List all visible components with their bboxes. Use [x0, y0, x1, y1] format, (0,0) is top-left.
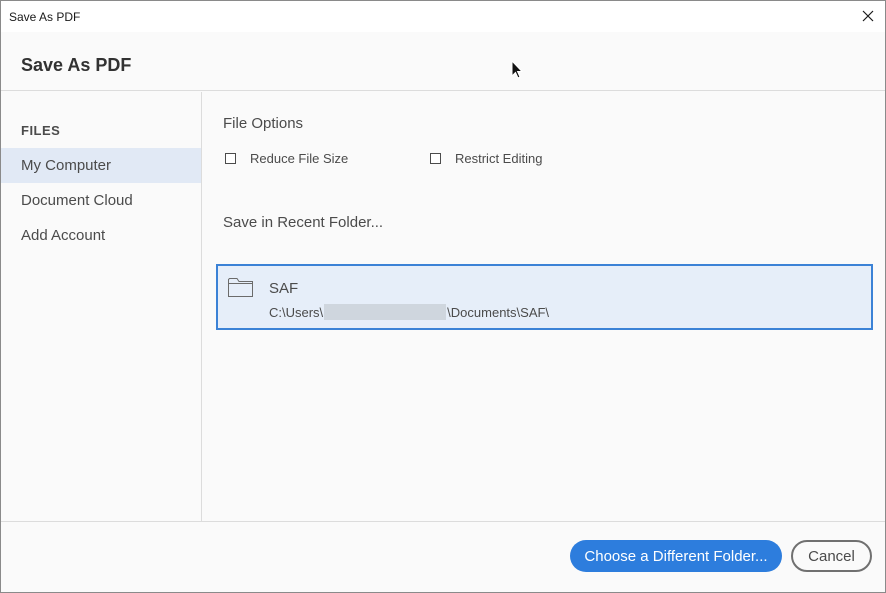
window-title: Save As PDF — [9, 10, 81, 24]
sidebar: FILES My Computer Document Cloud Add Acc… — [1, 92, 202, 521]
recent-folder-heading: Save in Recent Folder... — [223, 214, 384, 231]
cancel-button[interactable]: Cancel — [791, 540, 872, 572]
choose-different-folder-button[interactable]: Choose a Different Folder... — [570, 540, 782, 572]
folder-path-suffix: \Documents\SAF\ — [447, 304, 550, 320]
close-icon — [862, 10, 874, 22]
dialog-footer: Choose a Different Folder... Cancel — [1, 521, 885, 592]
restrict-editing-checkbox[interactable]: Restrict Editing — [430, 151, 542, 166]
checkbox-label: Reduce File Size — [250, 151, 349, 166]
sidebar-section-files: FILES — [21, 123, 61, 138]
checkbox-box[interactable] — [430, 153, 441, 164]
folder-name: SAF — [269, 280, 299, 297]
title-bar: Save As PDF — [1, 1, 885, 32]
close-button[interactable] — [857, 5, 879, 27]
sidebar-item-document-cloud[interactable]: Document Cloud — [1, 183, 201, 218]
dialog-header: Save As PDF — [1, 32, 885, 91]
main-content: File Options Reduce File Size Restrict E… — [203, 92, 885, 521]
recent-folder-row[interactable]: SAF C:\Users\ \Documents\SAF\ — [216, 264, 873, 330]
checkbox-box[interactable] — [225, 153, 236, 164]
dialog-title: Save As PDF — [21, 55, 132, 75]
redacted-username — [324, 304, 447, 320]
mouse-cursor-icon — [511, 60, 524, 79]
folder-path: C:\Users\ \Documents\SAF\ — [269, 304, 549, 320]
save-as-pdf-dialog: Save As PDF Save As PDF FILES My Compute… — [0, 0, 886, 593]
folder-icon — [228, 278, 253, 297]
sidebar-item-my-computer[interactable]: My Computer — [1, 148, 201, 183]
folder-path-prefix: C:\Users\ — [269, 304, 324, 320]
checkbox-label: Restrict Editing — [455, 151, 543, 166]
reduce-file-size-checkbox[interactable]: Reduce File Size — [225, 151, 348, 166]
file-options-heading: File Options — [223, 115, 304, 132]
sidebar-item-add-account[interactable]: Add Account — [1, 218, 201, 253]
